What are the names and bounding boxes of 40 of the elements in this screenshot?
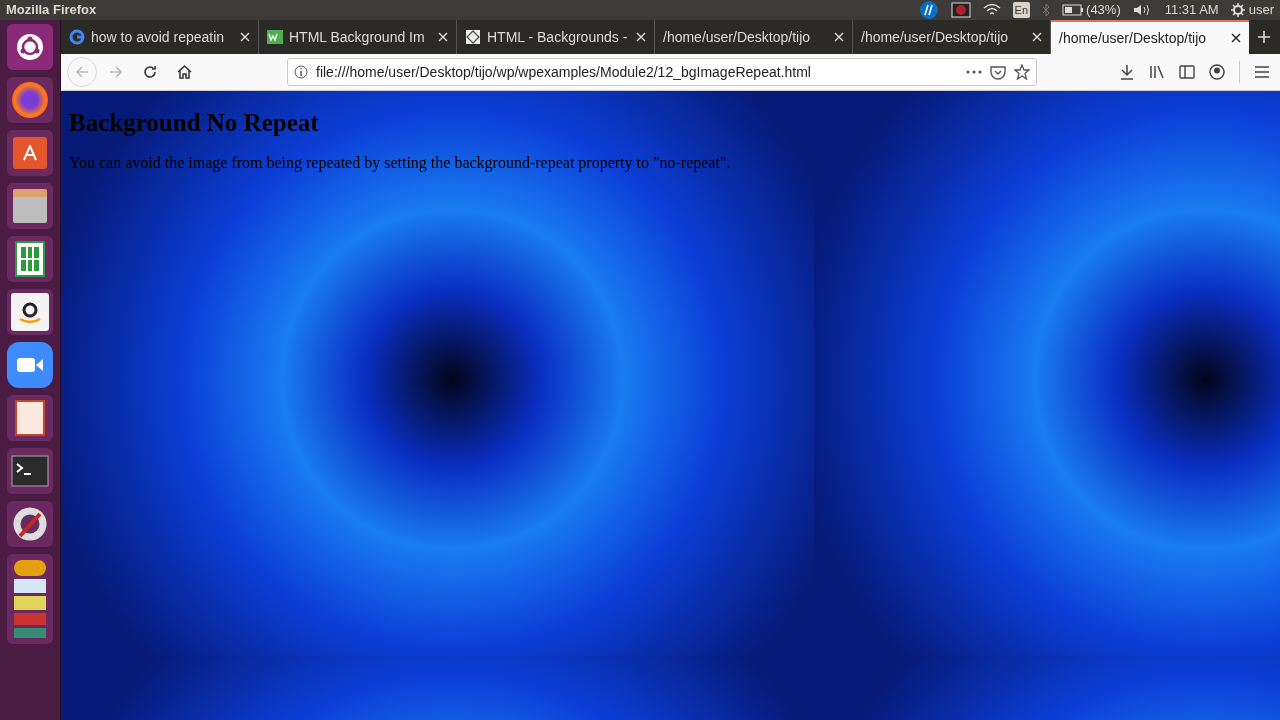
address-bar[interactable]: file:///home/user/Desktop/tijo/wp/wpexamples/Module2/12_bgImageRepeat.html: [287, 58, 1037, 86]
terminal-icon[interactable]: [7, 448, 53, 494]
page-paragraph: You can avoid the image from being repeated by setting the background-repeat property to "no-repeat".: [69, 153, 731, 174]
url-text: file:///home/user/Desktop/tijo/wp/wpexamples/Module2/12_bgImageRepeat.html: [316, 62, 811, 82]
sidebar-icon[interactable]: [1179, 65, 1195, 79]
app-stack-icon[interactable]: [7, 554, 53, 644]
diamond-logo-icon: [465, 29, 481, 45]
battery-percentage: (43%): [1086, 1, 1121, 20]
amazon-icon[interactable]: [7, 289, 53, 335]
google-logo-icon: [69, 29, 85, 45]
browser-tab[interactable]: /home/user/Desktop/tijo: [1051, 20, 1249, 54]
library-icon[interactable]: [1149, 64, 1165, 80]
page-heading: Background No Repeat: [69, 109, 319, 137]
battery-icon: [1062, 4, 1085, 16]
record-icon: [950, 2, 971, 18]
firefox-icon[interactable]: [7, 77, 53, 123]
user-name[interactable]: user: [1248, 0, 1274, 20]
presentation-icon[interactable]: [7, 395, 53, 441]
file-cabinet-icon[interactable]: [7, 183, 53, 229]
info-icon[interactable]: [294, 65, 308, 79]
plus-icon[interactable]: [1257, 30, 1271, 44]
reload-icon[interactable]: [143, 65, 157, 79]
wifi-icon: [982, 3, 1001, 17]
download-icon[interactable]: [1119, 64, 1135, 80]
account-icon[interactable]: [1209, 64, 1225, 80]
pocket-icon[interactable]: [990, 64, 1006, 80]
more-icon[interactable]: [966, 70, 982, 74]
gear-icon[interactable]: [1230, 3, 1245, 17]
shopping-bag-icon[interactable]: [7, 130, 53, 176]
spreadsheet-icon[interactable]: [7, 236, 53, 282]
clock[interactable]: 11:31 AM: [1164, 0, 1219, 20]
close-icon[interactable]: [1231, 33, 1241, 43]
menu-icon[interactable]: [1254, 65, 1270, 79]
keyboard-layout-indicator[interactable]: En: [1012, 1, 1031, 19]
star-icon[interactable]: [1014, 64, 1030, 80]
ubuntu-logo-icon[interactable]: [7, 24, 53, 70]
video-camera-icon[interactable]: [7, 342, 53, 388]
bluetooth-icon: [1042, 3, 1051, 17]
home-icon[interactable]: [176, 65, 192, 79]
window-title: Mozilla Firefox: [6, 1, 97, 20]
